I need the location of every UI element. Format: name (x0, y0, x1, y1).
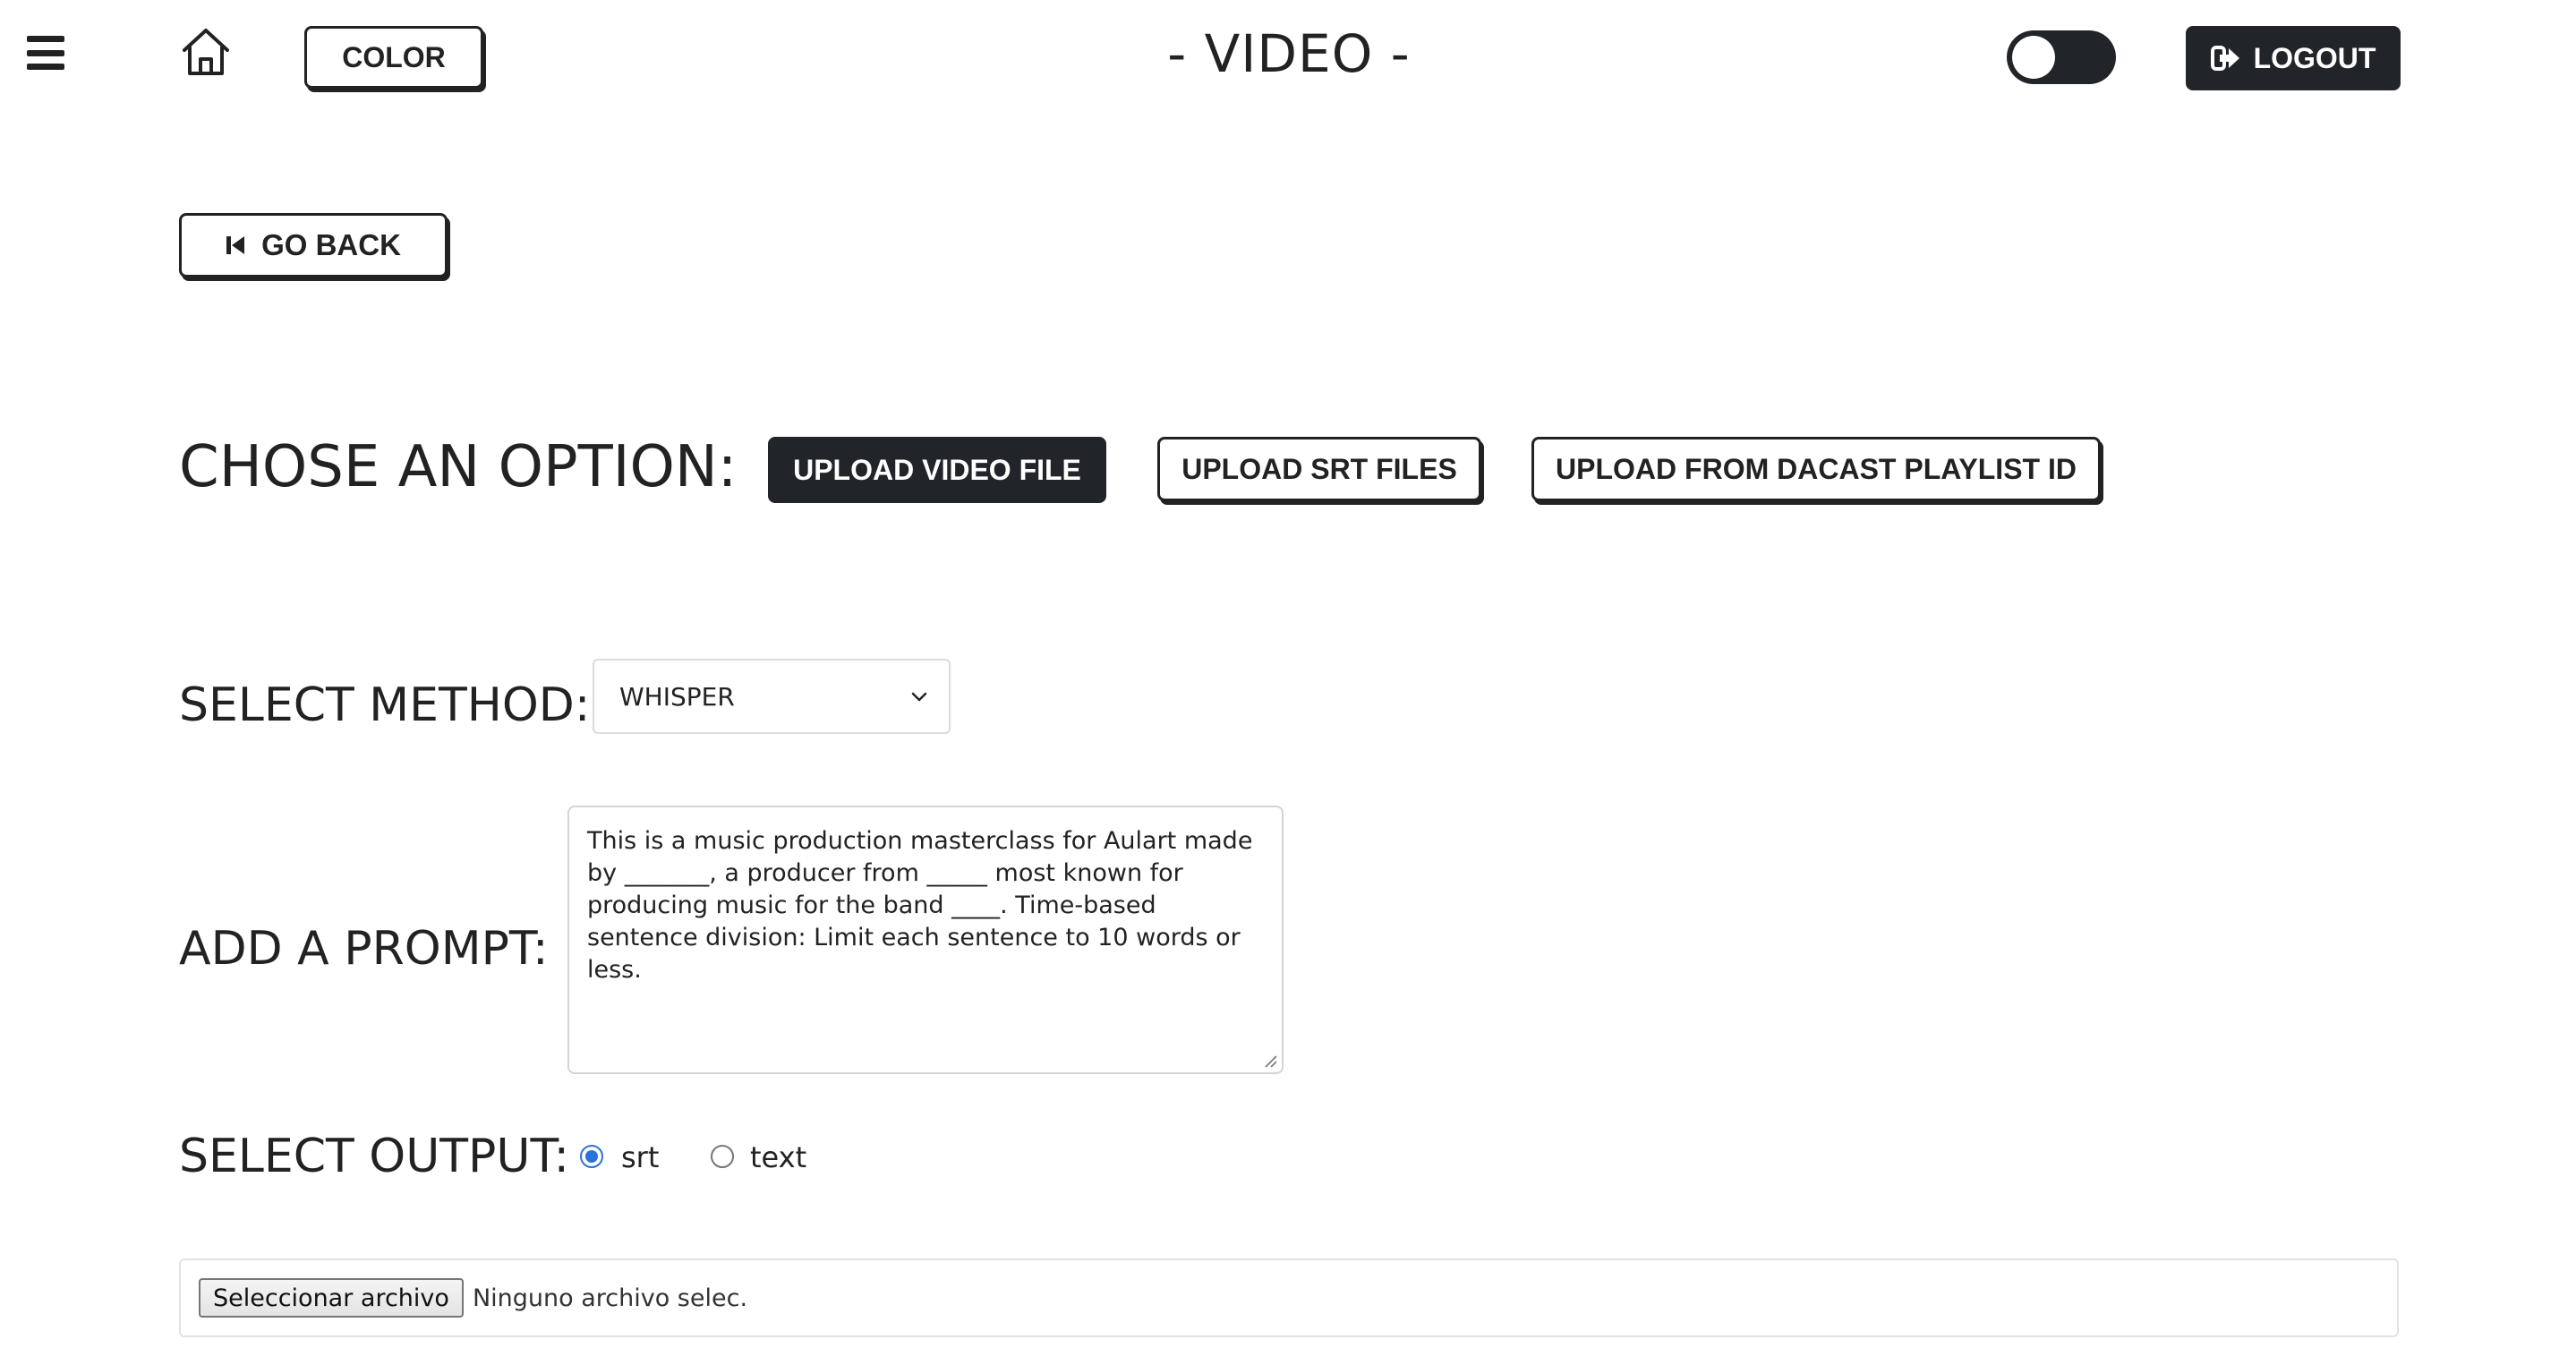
go-back-button[interactable]: GO BACK (179, 213, 448, 277)
output-text-label[interactable]: text (750, 1140, 806, 1174)
page-title: - VIDEO - (1167, 23, 1411, 84)
resize-grip-icon[interactable] (1262, 1053, 1278, 1069)
method-select[interactable]: WHISPER (593, 659, 951, 734)
output-label: SELECT OUTPUT: (179, 1130, 570, 1183)
prompt-text: This is a music production masterclass f… (587, 827, 1253, 984)
output-radio-text[interactable] (711, 1145, 734, 1168)
option-heading: CHOSE AN OPTION: (179, 434, 738, 500)
upload-dacast-playlist-button[interactable]: UPLOAD FROM DACAST PLAYLIST ID (1531, 437, 2101, 501)
home-icon[interactable] (179, 25, 233, 79)
prompt-textarea[interactable]: This is a music production masterclass f… (567, 806, 1284, 1074)
logout-label: LOGOUT (2253, 41, 2376, 74)
output-radio-srt[interactable] (580, 1145, 603, 1168)
theme-toggle[interactable] (2007, 30, 2116, 84)
method-selected-value: WHISPER (619, 681, 735, 712)
go-back-label: GO BACK (261, 228, 401, 261)
output-srt-label[interactable]: srt (621, 1140, 659, 1174)
chevron-down-icon (911, 692, 927, 702)
toggle-knob (2012, 36, 2055, 79)
choose-file-button[interactable]: Seleccionar archivo (199, 1278, 464, 1318)
color-button[interactable]: COLOR (304, 26, 483, 89)
prompt-label: ADD A PROMPT: (179, 922, 549, 976)
hamburger-menu-icon[interactable] (27, 36, 64, 70)
upload-srt-files-button[interactable]: UPLOAD SRT FILES (1157, 437, 1481, 501)
method-label: SELECT METHOD: (179, 678, 591, 732)
logout-icon (2210, 46, 2239, 71)
file-input[interactable]: Seleccionar archivo Ninguno archivo sele… (179, 1258, 2399, 1337)
file-status: Ninguno archivo selec. (472, 1284, 748, 1312)
upload-video-file-button[interactable]: UPLOAD VIDEO FILE (768, 437, 1106, 503)
logout-button[interactable]: LOGOUT (2186, 26, 2401, 90)
skip-back-icon (226, 236, 245, 254)
video-page: COLOR - VIDEO - LOGOUT GO BACK CHOSE AN … (0, 0, 2576, 1348)
